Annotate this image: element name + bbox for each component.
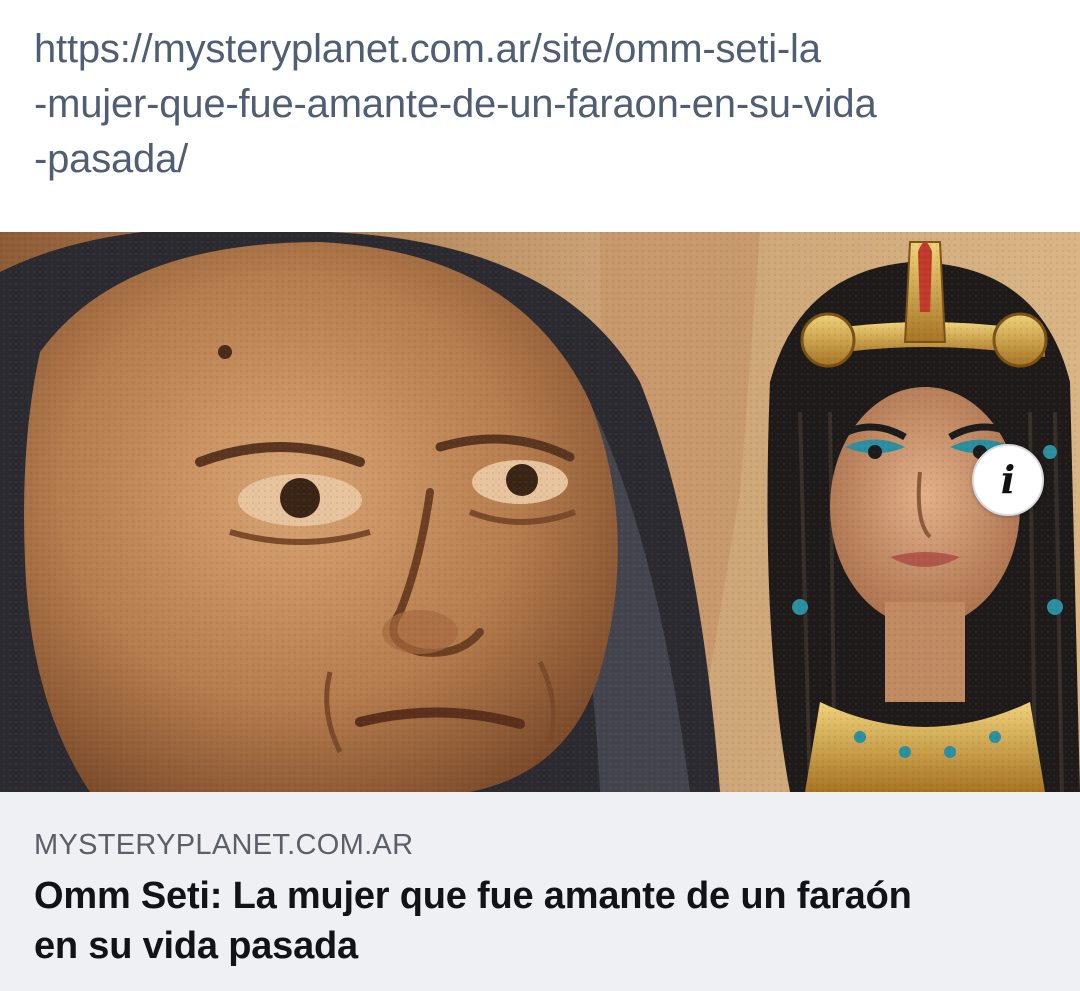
info-button[interactable]: i xyxy=(972,444,1044,516)
info-icon: i xyxy=(1000,457,1016,502)
link-preview-card[interactable]: i MYSTERYPLANET.COM.AR Omm Seti: La muje… xyxy=(0,232,1080,991)
url-line-3[interactable]: -pasada/ xyxy=(34,132,1054,187)
post-url[interactable]: https://mysteryplanet.com.ar/site/omm-se… xyxy=(34,22,1054,187)
preview-image[interactable] xyxy=(0,232,1080,792)
url-line-1[interactable]: https://mysteryplanet.com.ar/site/omm-se… xyxy=(34,22,1054,77)
preview-headline-line-1[interactable]: Omm Seti: La mujer que fue amante de un … xyxy=(34,871,1046,921)
preview-headline-line-2[interactable]: en su vida pasada xyxy=(34,921,1046,971)
link-preview-caption[interactable]: MYSTERYPLANET.COM.AR Omm Seti: La mujer … xyxy=(0,792,1080,991)
post-page: https://mysteryplanet.com.ar/site/omm-se… xyxy=(0,0,1080,991)
preview-domain: MYSTERYPLANET.COM.AR xyxy=(34,829,414,861)
painting-illustration xyxy=(0,232,1080,792)
url-line-2[interactable]: -mujer-que-fue-amante-de-un-faraon-en-su… xyxy=(34,77,1054,132)
